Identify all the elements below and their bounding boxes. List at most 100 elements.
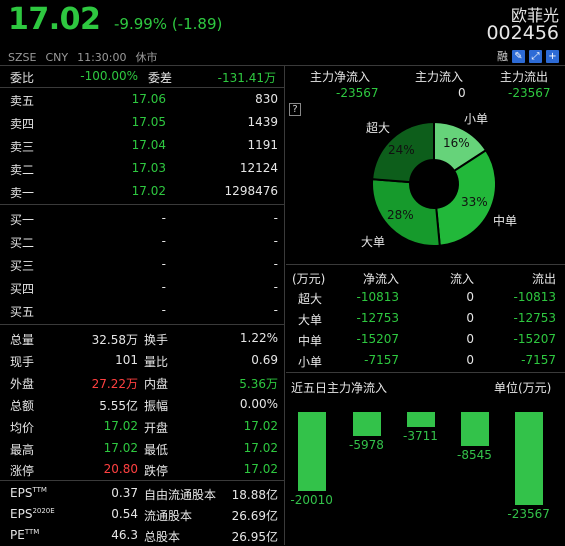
row-label: 小单	[298, 355, 323, 369]
ask-row[interactable]: 卖五 17.06 830	[0, 89, 284, 110]
ask-volume: 12124	[239, 161, 278, 175]
bid-row[interactable]: 买一 - -	[0, 208, 284, 229]
stat-value: 27.22万	[91, 377, 138, 391]
stat-value: 20.80	[103, 462, 138, 476]
bid-row[interactable]: 买五 - -	[0, 300, 284, 321]
row-label: 大单	[298, 313, 323, 327]
edit-icon[interactable]: ✎	[512, 49, 525, 63]
stat-value: 1.22%	[239, 331, 278, 345]
stat-label: 最低	[144, 443, 169, 457]
pie-label-xlarge: 超大	[366, 121, 391, 135]
pie-label-medium: 中单	[493, 214, 518, 228]
stat-label: 跌停	[144, 464, 169, 478]
stats-row: 总额 5.55亿 振幅 0.00%	[0, 394, 284, 415]
stats-row: 现手 101 量比 0.69	[0, 350, 284, 371]
bid-row[interactable]: 买三 - -	[0, 254, 284, 275]
stats-row: 最高 17.02 最低 17.02	[0, 438, 284, 459]
fundamental-value: 26.95亿	[231, 530, 278, 544]
ask-volume: 830	[255, 92, 278, 106]
fundamental-row: EPSTTM 0.37 自由流通股本 18.88亿	[0, 483, 284, 504]
bid-level-label: 买二	[10, 236, 35, 250]
column-header: 流出	[531, 272, 556, 286]
margin-trading-label[interactable]: 融	[497, 48, 508, 64]
pie-pct-large: 28%	[387, 208, 414, 222]
fund-flow-donut	[371, 120, 497, 247]
order-diff-value: -131.41万	[217, 71, 276, 85]
column-header: 流入	[449, 272, 474, 286]
five-day-bar	[461, 412, 489, 446]
stat-value: 32.58万	[91, 333, 138, 347]
fundamental-value: 0.37	[111, 486, 138, 500]
five-day-bar-label: -3711	[403, 428, 438, 443]
ask-row[interactable]: 卖三 17.04 1191	[0, 135, 284, 156]
inflow-cell: 0	[466, 290, 474, 304]
bid-level-label: 买一	[10, 213, 35, 227]
main-inflow-value: 0	[458, 86, 466, 100]
fundamental-value: 18.88亿	[231, 488, 278, 502]
fundamental-value: 0.54	[111, 507, 138, 521]
main-outflow-value: -23567	[508, 86, 551, 100]
stat-label: 内盘	[144, 377, 169, 391]
order-ratio-value: -100.00%	[80, 69, 138, 83]
quote-time: 11:30:00	[77, 51, 127, 64]
stat-label: 外盘	[10, 377, 35, 391]
fundamental-label: PETTM	[10, 528, 40, 542]
ask-level-label: 卖一	[10, 186, 35, 200]
net-inflow-cell: -12753	[356, 311, 399, 325]
stat-value: 5.55亿	[99, 399, 138, 413]
five-day-bar-label: -5978	[349, 437, 384, 452]
fundamental-value: 46.3	[111, 528, 138, 542]
table-row: 小单 -7157 0 -7157	[286, 350, 565, 371]
pie-label-small: 小单	[464, 112, 489, 126]
main-outflow-label: 主力流出	[500, 70, 549, 84]
add-icon[interactable]: +	[546, 49, 559, 63]
stat-value: 17.02	[243, 419, 278, 433]
five-day-bar-label: -23567	[507, 507, 550, 521]
header-toolbar: 融 ✎ ⤢ +	[497, 48, 559, 64]
order-diff-label: 委差	[148, 71, 173, 85]
stat-label: 总额	[10, 399, 35, 413]
order-ratio-row: 委比 -100.00% 委差 -131.41万	[0, 66, 284, 87]
bid-row[interactable]: 买四 - -	[0, 277, 284, 298]
ask-volume: 1439	[247, 115, 278, 129]
bid-level-label: 买五	[10, 305, 35, 319]
ask-row[interactable]: 卖一 17.02 1298476	[0, 181, 284, 202]
fundamental-label: EPS2020E	[10, 507, 55, 521]
market-status: 休市	[135, 51, 158, 64]
stats-row: 总量 32.58万 换手 1.22%	[0, 328, 284, 349]
five-day-bar-label: -8545	[457, 447, 492, 462]
ask-price: 17.02	[131, 184, 166, 198]
outflow-cell: -15207	[513, 332, 556, 346]
stat-label: 总量	[10, 333, 35, 347]
ask-row[interactable]: 卖四 17.05 1439	[0, 112, 284, 133]
stat-label: 开盘	[144, 421, 169, 435]
fundamental-row: EPS2020E 0.54 流通股本 26.69亿	[0, 504, 284, 525]
ask-level-label: 卖三	[10, 140, 35, 154]
column-header: 净流入	[362, 272, 399, 286]
ask-level-label: 卖二	[10, 163, 35, 177]
stock-code: 002456	[486, 22, 559, 44]
stats-row: 涨停 20.80 跌停 17.02	[0, 459, 284, 480]
column-header: (万元)	[292, 272, 326, 286]
ask-price: 17.04	[131, 138, 166, 152]
bid-row[interactable]: 买二 - -	[0, 231, 284, 252]
outflow-cell: -7157	[521, 353, 556, 367]
stat-value: 0.00%	[239, 397, 278, 411]
ask-price: 17.03	[131, 161, 166, 175]
fundamental-label: 自由流通股本	[144, 488, 217, 502]
outflow-cell: -10813	[513, 290, 556, 304]
open-window-icon[interactable]: ⤢	[529, 49, 542, 63]
net-inflow-cell: -15207	[356, 332, 399, 346]
price-change: -9.99% (-1.89)	[114, 15, 223, 33]
row-label: 超大	[298, 292, 323, 306]
fundamental-label: EPSTTM	[10, 486, 47, 500]
five-day-bar	[298, 412, 326, 491]
bid-volume: -	[273, 303, 278, 317]
bid-volume: -	[273, 234, 278, 248]
bid-level-label: 买四	[10, 282, 35, 296]
bid-price: -	[161, 303, 166, 317]
stat-label: 现手	[10, 355, 35, 369]
ask-level-label: 卖四	[10, 117, 35, 131]
ask-row[interactable]: 卖二 17.03 12124	[0, 158, 284, 179]
five-day-unit: 单位(万元)	[494, 381, 552, 395]
